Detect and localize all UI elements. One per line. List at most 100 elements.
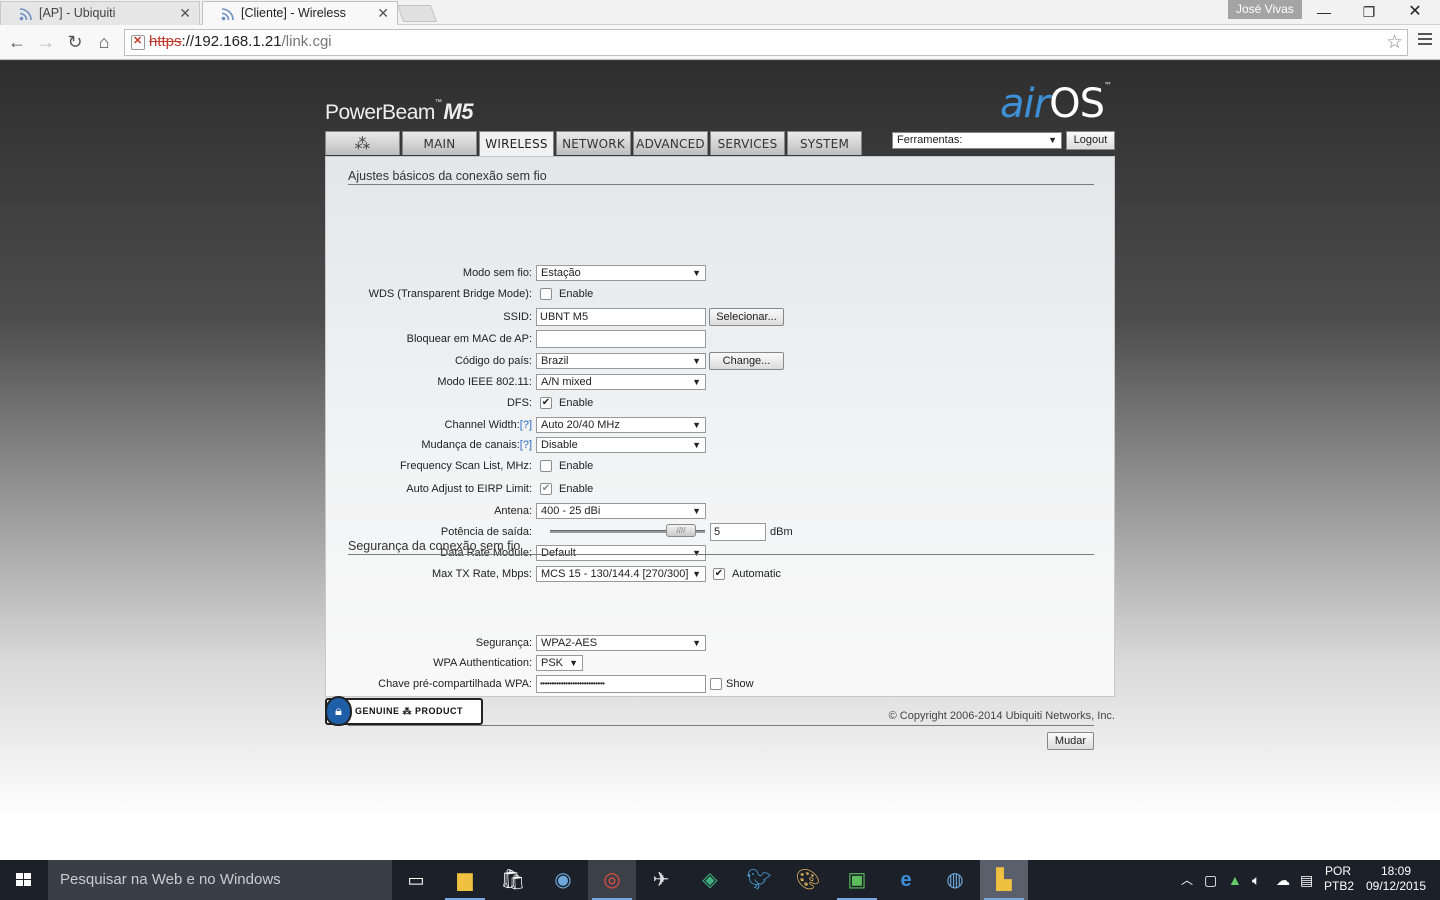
twitter-icon[interactable]: 🐦︎ — [735, 860, 783, 900]
row-psk: Chave pré-compartilhada WPA: •••••••••••… — [326, 675, 1116, 694]
language-indicator[interactable]: POR PTB2 — [1324, 864, 1354, 894]
channel-shifting-select[interactable]: Disable ▼ — [536, 437, 706, 453]
tab-main[interactable]: MAIN — [402, 131, 477, 155]
frequency-scan-checkbox[interactable] — [540, 460, 552, 472]
row-wpa-auth: WPA Authentication: PSK ▼ — [326, 655, 1116, 673]
max-tx-rate-label: Max TX Rate, Mbps: — [431, 568, 532, 580]
country-select[interactable]: Brazil ▼ — [536, 353, 706, 369]
max-tx-automatic-label: Automatic — [732, 568, 781, 580]
restore-icon[interactable]: ❐ — [1354, 2, 1384, 22]
app-icon[interactable]: ◈ — [686, 860, 734, 900]
action-center-icon[interactable]: ▤ — [1300, 860, 1313, 900]
tab-advanced[interactable]: ADVANCED — [633, 131, 708, 155]
select-ssid-button[interactable]: Selecionar... — [709, 308, 784, 326]
profile-name[interactable]: José Vivas — [1228, 0, 1302, 19]
wpa-auth-select[interactable]: PSK ▼ — [536, 655, 583, 671]
row-ssid: SSID: UBNT M5 Selecionar... — [326, 308, 1116, 327]
wireless-mode-select[interactable]: Estação ▼ — [536, 265, 706, 281]
psk-label: Chave pré-compartilhada WPA: — [378, 678, 532, 690]
dfs-checkbox[interactable]: ✔ — [540, 397, 552, 409]
row-ieee-mode: Modo IEEE 802.11: A/N mixed ▼ — [326, 374, 1116, 392]
channel-width-select[interactable]: Auto 20/40 MHz ▼ — [536, 417, 706, 433]
slider-handle[interactable]: //// — [666, 524, 696, 537]
store-icon[interactable]: 🛍︎ — [489, 860, 537, 900]
help-link[interactable]: [?] — [520, 419, 532, 431]
lock-mac-input[interactable] — [536, 330, 706, 348]
tab-ubnt-logo[interactable]: ⁂ — [325, 131, 400, 155]
network-icon[interactable]: ☁︎ — [1276, 860, 1290, 900]
row-security: Segurança: WPA2-AES ▼ — [326, 635, 1116, 653]
tab-services[interactable]: SERVICES — [710, 131, 785, 155]
tab-system[interactable]: SYSTEM — [787, 131, 862, 155]
taskbar-search[interactable]: Pesquisar na Web e no Windows — [48, 860, 392, 900]
close-icon[interactable]: ✕ — [377, 2, 389, 25]
app-icon[interactable]: ◉ — [539, 860, 587, 900]
logout-button[interactable]: Logout — [1066, 131, 1115, 150]
clock[interactable]: 18:09 09/12/2015 — [1364, 864, 1428, 894]
chevron-down-icon: ▼ — [569, 658, 578, 668]
volume-icon[interactable]: 🔈︎ — [1252, 860, 1260, 900]
chevron-up-icon[interactable]: ︿ — [1181, 860, 1193, 900]
tab-network[interactable]: NETWORK — [556, 131, 631, 155]
browser-tab-ap[interactable]: [AP] - Ubiquiti ✕ — [0, 1, 200, 25]
change-country-button[interactable]: Change... — [709, 352, 784, 370]
app-icon[interactable]: ◍ — [931, 860, 979, 900]
airos-logo: airOS™ — [1000, 81, 1112, 127]
app-icon[interactable]: ✈︎ — [637, 860, 685, 900]
file-explorer-icon[interactable]: ▆ — [441, 860, 489, 900]
eirp-checkbox[interactable]: ✔ — [540, 483, 552, 495]
security-select[interactable]: WPA2-AES ▼ — [536, 635, 706, 651]
antenna-select[interactable]: 400 - 25 dBi ▼ — [536, 503, 706, 519]
tab-wireless[interactable]: WIRELESS — [479, 131, 554, 156]
app-icon[interactable]: ▣ — [833, 860, 881, 900]
forward-icon[interactable]: → — [34, 30, 58, 54]
app-icon[interactable]: ▙ — [980, 860, 1028, 900]
close-icon[interactable]: ✕ — [179, 2, 191, 25]
bookmark-star-icon[interactable]: ☆ — [1386, 31, 1403, 54]
start-button[interactable] — [0, 860, 48, 900]
help-link[interactable]: [?] — [520, 439, 532, 451]
row-lock-mac: Bloquear em MAC de AP: — [326, 330, 1116, 349]
new-tab-button[interactable] — [396, 5, 438, 22]
rss-icon — [221, 8, 234, 21]
row-max-tx-rate: Max TX Rate, Mbps: MCS 15 - 130/144.4 [2… — [326, 566, 1116, 584]
task-view-icon[interactable]: ▭ — [392, 860, 440, 900]
browser-toolbar: ← → ↻ ⌂ https://192.168.1.21/link.cgi ☆ — [0, 25, 1440, 60]
chrome-menu-icon[interactable] — [1418, 33, 1432, 48]
psk-input[interactable]: •••••••••••••••••••••••••••• — [536, 675, 706, 693]
tray-app-icon[interactable]: ▢ — [1204, 860, 1217, 900]
max-tx-rate-select[interactable]: MCS 15 - 130/144.4 [270/300] ▼ — [536, 566, 706, 582]
ieee-mode-select[interactable]: A/N mixed ▼ — [536, 374, 706, 390]
show-key-checkbox[interactable] — [710, 678, 722, 690]
dfs-enable-label: Enable — [559, 397, 594, 409]
home-icon[interactable]: ⌂ — [92, 30, 116, 54]
back-icon[interactable]: ← — [5, 30, 29, 54]
ssid-input[interactable]: UBNT M5 — [536, 308, 706, 326]
insecure-lock-icon[interactable] — [131, 34, 145, 50]
output-power-input[interactable]: 5 — [710, 523, 766, 541]
data-rate-module-select[interactable]: Default ▼ — [536, 545, 706, 561]
max-tx-automatic-checkbox[interactable]: ✔ — [713, 568, 725, 580]
row-wds: WDS (Transparent Bridge Mode): Enable — [326, 286, 1116, 304]
tray-app-icon[interactable]: ▲ — [1228, 860, 1242, 900]
browser-tab-cliente[interactable]: [Cliente] - Wireless ✕ — [202, 1, 398, 25]
paint-icon[interactable]: 🎨︎ — [784, 860, 832, 900]
address-bar[interactable]: https://192.168.1.21/link.cgi ☆ — [124, 29, 1408, 56]
wpa-auth-label: WPA Authentication: — [433, 657, 532, 669]
chevron-down-icon: ▼ — [692, 268, 701, 278]
copyright: © Copyright 2006-2014 Ubiquiti Networks,… — [888, 710, 1115, 722]
lock-shield-icon: 🔒︎ — [325, 696, 352, 726]
reload-icon[interactable]: ↻ — [63, 30, 87, 54]
internet-explorer-icon[interactable]: e — [882, 860, 930, 900]
minimize-icon[interactable]: — — [1309, 2, 1339, 22]
output-power-unit: dBm — [770, 526, 793, 538]
windows-logo-icon — [16, 873, 32, 887]
apply-button[interactable]: Mudar — [1047, 732, 1094, 750]
chrome-icon[interactable]: ◎ — [588, 860, 636, 900]
wds-checkbox[interactable] — [540, 288, 552, 300]
tools-dropdown-value: Ferramentas: — [897, 134, 963, 146]
chevron-down-icon: ▼ — [1048, 135, 1057, 145]
tools-dropdown[interactable]: Ferramentas: ▼ — [892, 132, 1062, 149]
close-window-icon[interactable]: ✕ — [1400, 2, 1430, 22]
security-section-title: Segurança da conexão sem fio — [348, 539, 521, 553]
